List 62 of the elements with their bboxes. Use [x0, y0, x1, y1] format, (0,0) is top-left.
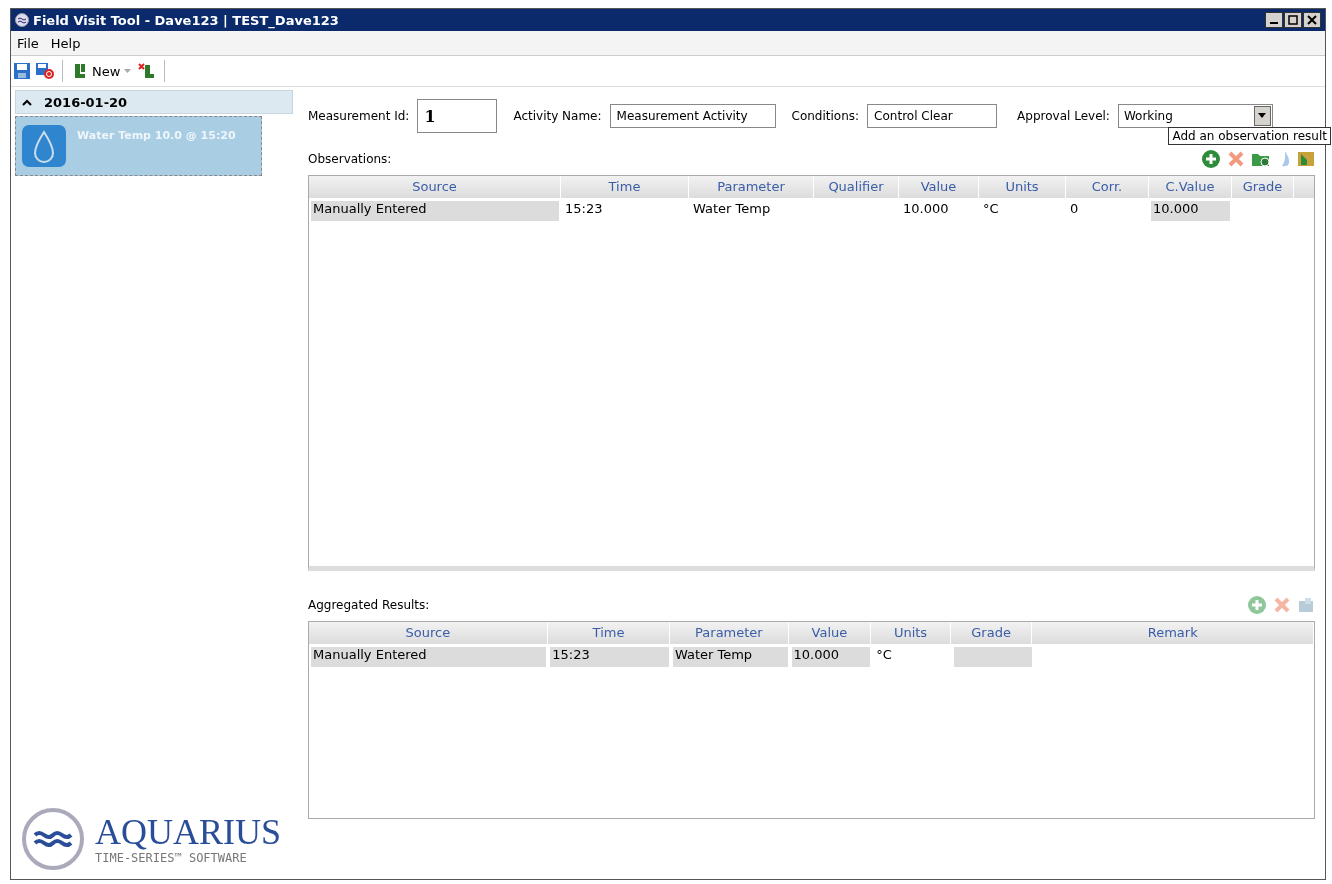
app-logo-icon — [15, 13, 29, 27]
column-header[interactable]: Time — [561, 176, 689, 198]
column-header[interactable]: Units — [871, 622, 951, 644]
maximize-button[interactable] — [1284, 12, 1302, 28]
table-cell-text: °C — [982, 201, 1000, 218]
menu-item[interactable]: File — [17, 35, 39, 51]
column-header[interactable]: Corr. — [1066, 176, 1149, 198]
column-header[interactable]: Value — [899, 176, 979, 198]
table-cell: 10.000 — [791, 647, 871, 667]
table-cell-text: 10.000 — [902, 201, 950, 218]
field-label: Approval Level: — [1017, 109, 1110, 123]
table-cell: Water Temp — [672, 647, 788, 667]
waves-logo-icon — [21, 807, 85, 871]
table-cell-text: 0 — [1069, 201, 1080, 218]
new-button[interactable]: New — [70, 62, 134, 80]
water-drop-icon — [21, 124, 67, 168]
date-group-header[interactable]: 2016-01-20 — [15, 90, 293, 114]
column-header[interactable]: Units — [979, 176, 1066, 198]
minimize-icon — [1270, 22, 1278, 24]
minimize-button[interactable] — [1265, 12, 1283, 28]
table-cell: Manually Entered — [311, 201, 559, 221]
section-title: Observations: — [308, 152, 392, 166]
group-date: 2016-01-20 — [44, 94, 128, 110]
caret-icon — [1258, 113, 1267, 119]
column-header[interactable]: C.Value — [1149, 176, 1232, 198]
table-cell-text: °C — [875, 647, 893, 664]
column-header[interactable]: Source — [309, 622, 548, 644]
table-cell: 15:23 — [550, 647, 669, 667]
table-cell-text: 15:23 — [564, 201, 604, 218]
column-header[interactable]: Remark — [1032, 622, 1314, 644]
close-button[interactable] — [1303, 12, 1321, 28]
menu-item[interactable]: Help — [50, 35, 81, 51]
table-cell: Manually Entered — [311, 647, 547, 667]
maximize-icon — [1288, 15, 1298, 25]
column-header[interactable]: Parameter — [670, 622, 789, 644]
column-header[interactable]: Time — [547, 622, 671, 644]
field-label: Conditions: — [791, 109, 860, 123]
column-header[interactable]: Grade — [950, 622, 1033, 644]
field-label: Measurement Id: — [308, 109, 410, 123]
column-header[interactable]: Grade — [1232, 176, 1294, 198]
table-cell: 10.000 — [1151, 201, 1230, 221]
section-title: Aggregated Results: — [308, 598, 430, 612]
column-header[interactable]: Source — [309, 176, 561, 198]
window-title: Field Visit Tool - Dave123 | TEST_Dave123 — [33, 12, 339, 28]
logo-tagline: TIME-SERIES™ SOFTWARE — [95, 851, 248, 865]
map-icon[interactable] — [1297, 150, 1315, 168]
logo-name: AQUARIUS — [95, 813, 281, 851]
chevron-icon — [22, 98, 32, 106]
column-header[interactable]: Qualifier — [814, 176, 899, 198]
activity-name-field[interactable]: Measurement Activity — [609, 104, 776, 128]
conditions-field[interactable]: Control Clear — [867, 104, 998, 128]
caret-icon — [124, 68, 132, 74]
tooltip: Add an observation result — [1168, 127, 1331, 145]
column-header[interactable]: Parameter — [689, 176, 814, 198]
save-icon[interactable] — [13, 62, 31, 80]
save-and-close-icon[interactable] — [35, 62, 55, 80]
column-header[interactable]: Value — [788, 622, 872, 644]
add-icon[interactable] — [1201, 149, 1221, 169]
table-cell-text: Water Temp — [692, 201, 772, 218]
close-icon — [1307, 15, 1317, 25]
field-label: Activity Name: — [513, 109, 602, 123]
measurement-id-field[interactable]: 1 — [417, 99, 498, 133]
